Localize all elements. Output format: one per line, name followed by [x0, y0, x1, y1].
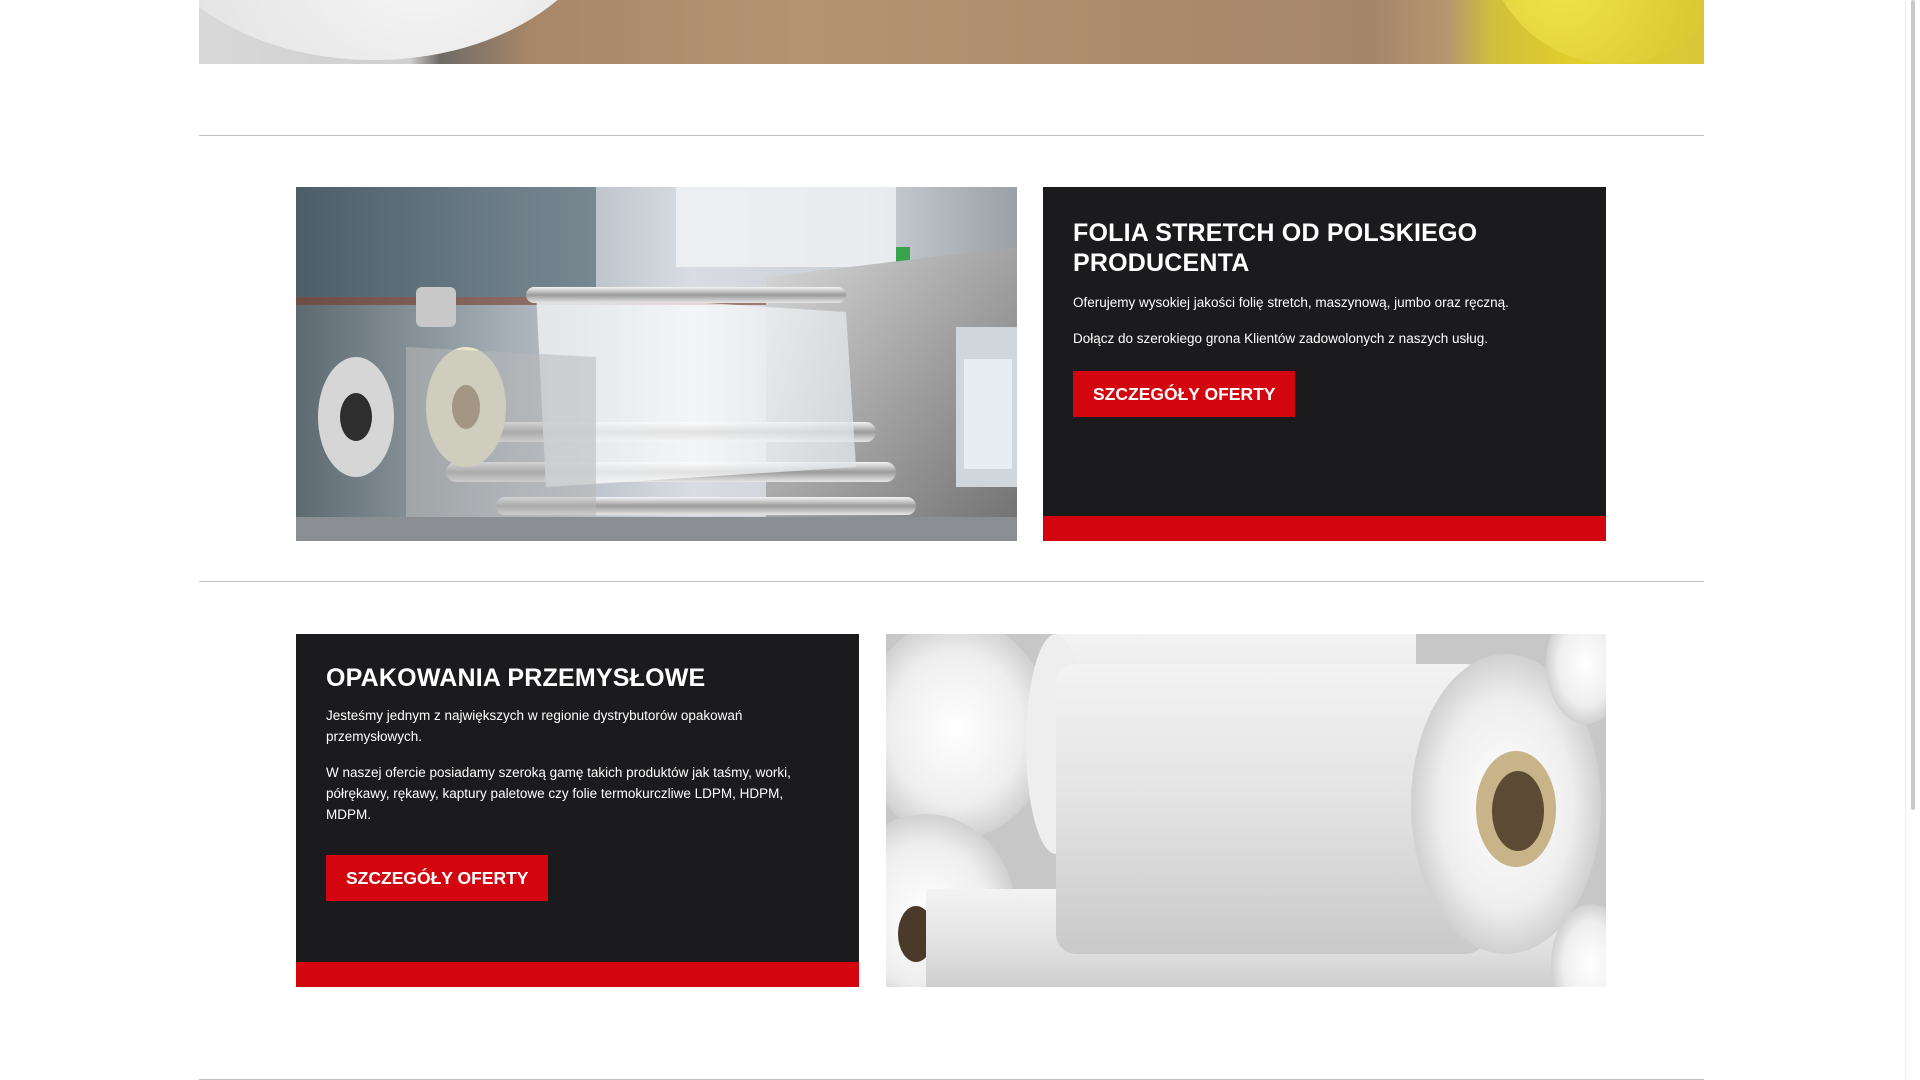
- section-divider: [199, 135, 1704, 136]
- industrial-packaging-text-2: W naszej ofercie posiadamy szeroką gamę …: [326, 765, 791, 822]
- stretch-film-text-1: Oferujemy wysokiej jakości folię stretch…: [1073, 295, 1509, 310]
- stretch-film-card: FOLIA STRETCH OD POLSKIEGO PRODUCENTA Of…: [1043, 187, 1606, 541]
- plastic-film-rolls-photo: [886, 634, 1606, 987]
- banner-yellow-roll: [1484, 0, 1704, 64]
- card-red-strip: [296, 962, 859, 987]
- industrial-packaging-text-1: Jesteśmy jednym z największych w regioni…: [326, 708, 743, 744]
- stretch-film-text-2: Dołącz do szerokiego grona Klientów zado…: [1073, 331, 1488, 346]
- top-banner-image: [199, 0, 1704, 64]
- industrial-packaging-details-button[interactable]: SZCZEGÓŁY OFERTY: [326, 855, 549, 901]
- stretch-film-machine-photo: [296, 187, 1017, 541]
- section-divider: [199, 581, 1704, 582]
- page: FOLIA STRETCH OD POLSKIEGO PRODUCENTA Of…: [0, 0, 1920, 1080]
- stretch-film-details-button[interactable]: SZCZEGÓŁY OFERTY: [1073, 371, 1296, 417]
- stretch-film-heading: FOLIA STRETCH OD POLSKIEGO PRODUCENTA: [1073, 219, 1478, 277]
- vertical-scrollbar[interactable]: [1905, 0, 1920, 1080]
- card-red-strip: [1043, 516, 1606, 541]
- industrial-packaging-card: OPAKOWANIA PRZEMYSŁOWE Jesteśmy jednym z…: [296, 634, 859, 987]
- scrollbar-thumb[interactable]: [1911, 0, 1915, 810]
- industrial-packaging-heading: OPAKOWANIA PRZEMYSŁOWE: [326, 664, 706, 692]
- banner-white-drum: [199, 0, 609, 60]
